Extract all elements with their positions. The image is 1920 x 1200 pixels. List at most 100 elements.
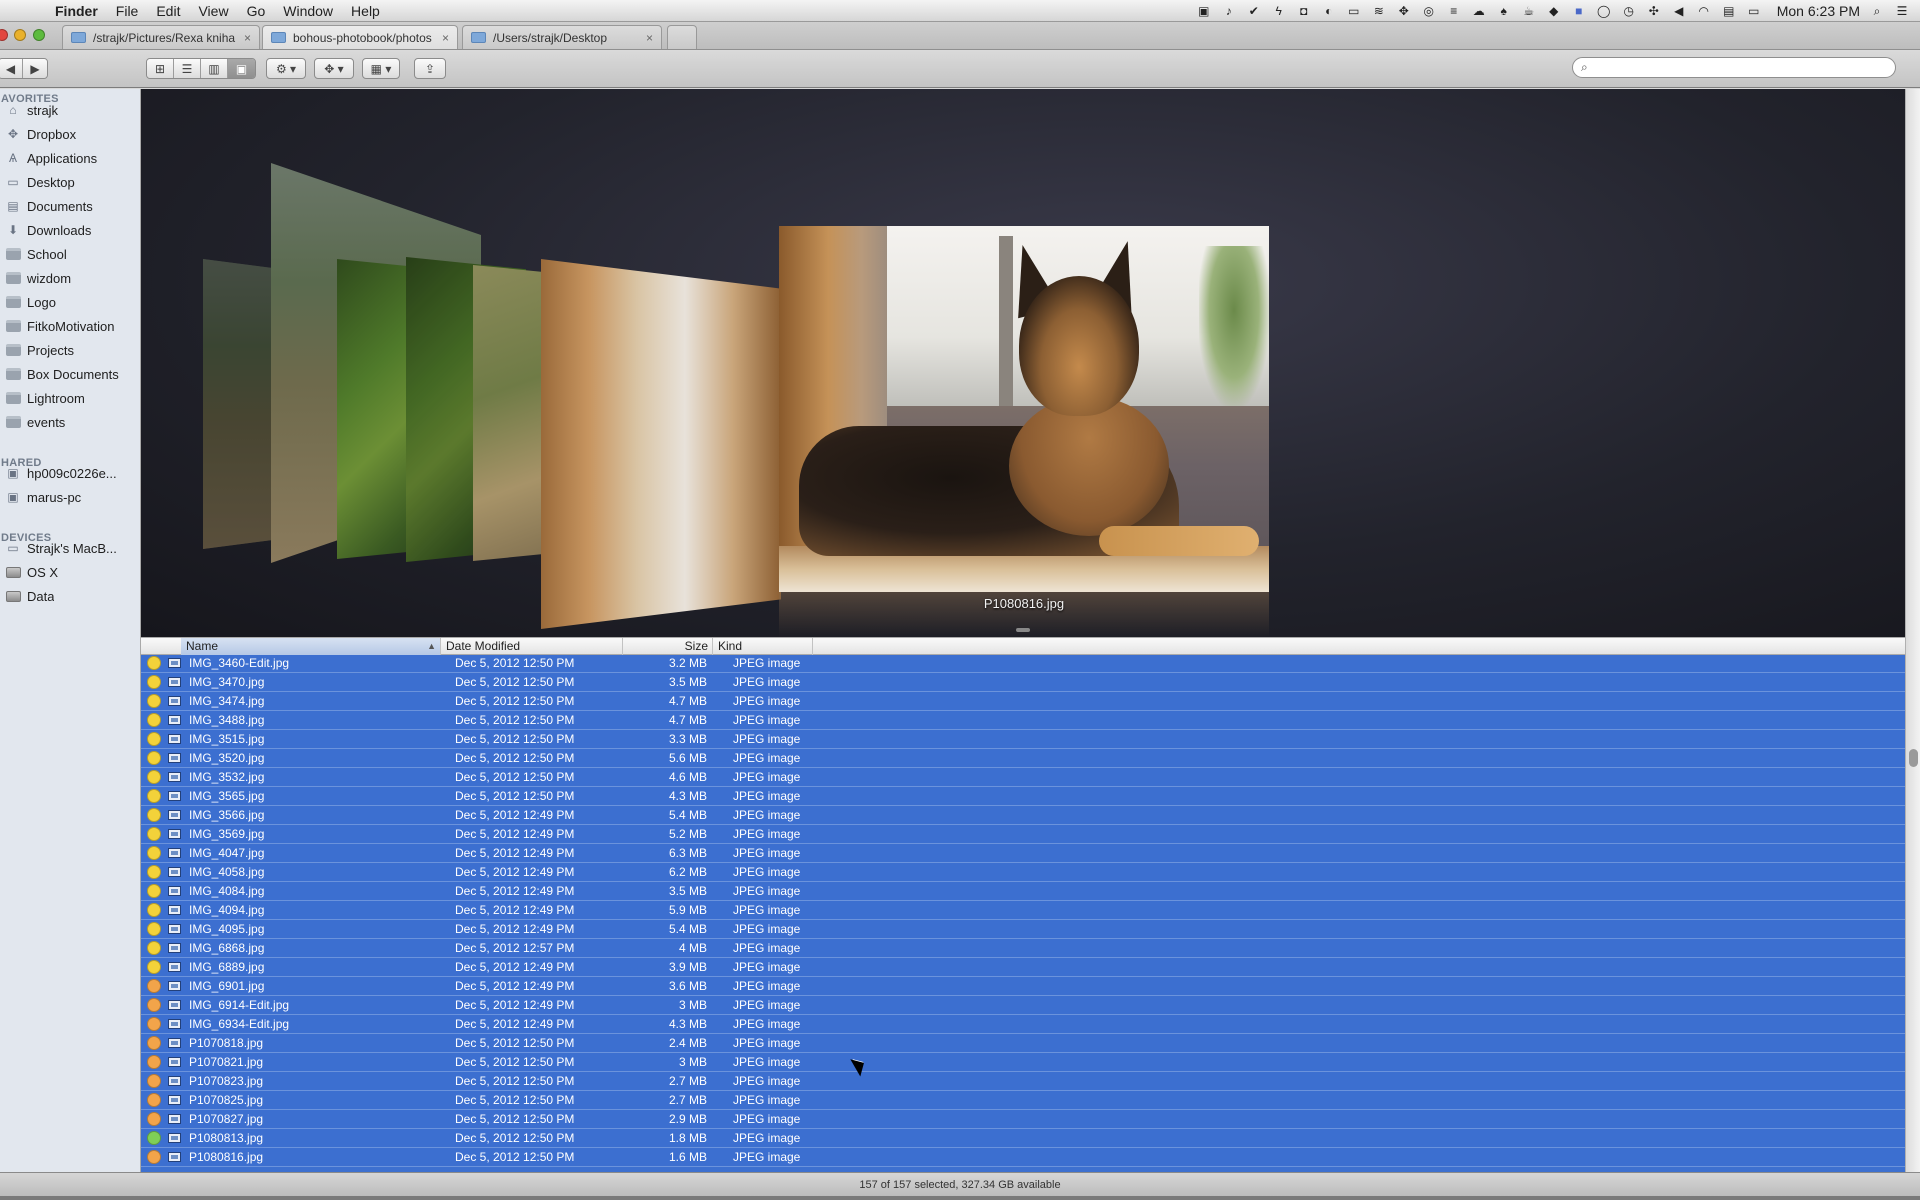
table-row[interactable]: P1080813.jpg Dec 5, 2012 12:50 PM 1.8 MB JP…: [141, 1129, 1905, 1148]
drop-icon[interactable]: ◐: [1321, 4, 1337, 18]
minimize-window-button[interactable]: [14, 29, 26, 41]
table-row[interactable]: P1070827.jpg Dec 5, 2012 12:50 PM 2.9 MB JP…: [141, 1110, 1905, 1129]
sidebar-item-school[interactable]: School: [0, 243, 140, 265]
sidebar-item-hp-printer[interactable]: ▣ hp009c0226e...: [0, 462, 140, 484]
battery-level-icon[interactable]: ▭: [1746, 4, 1762, 18]
cover-flow-view[interactable]: P1080816.jpg: [141, 89, 1905, 637]
cover-flow-view-button[interactable]: ▣: [228, 59, 255, 78]
notification-center-icon[interactable]: ☰: [1894, 4, 1910, 18]
sync-icon[interactable]: ◎: [1421, 4, 1437, 18]
tab-close-icon[interactable]: ×: [442, 31, 449, 45]
wifi-icon[interactable]: ◠: [1696, 4, 1712, 18]
tab-close-icon[interactable]: ×: [646, 31, 653, 45]
sidebar-item-downloads[interactable]: ⬇ Downloads: [0, 219, 140, 241]
table-row[interactable]: P1070825.jpg Dec 5, 2012 12:50 PM 2.7 MB JP…: [141, 1091, 1905, 1110]
table-row[interactable]: IMG_4095.jpg Dec 5, 2012 12:49 PM 5.4 MB JP…: [141, 920, 1905, 939]
sidebar-item-applications[interactable]: Ѧ Applications: [0, 147, 140, 169]
sidebar-item-wizdom[interactable]: wizdom: [0, 267, 140, 289]
sidebar-item-lightroom[interactable]: Lightroom: [0, 387, 140, 409]
action-menu-button[interactable]: ⚙ ▾: [266, 58, 306, 79]
arrange-menu-button[interactable]: ▦ ▾: [362, 58, 400, 79]
cloud-icon[interactable]: ☁: [1471, 4, 1487, 18]
table-row[interactable]: IMG_6901.jpg Dec 5, 2012 12:49 PM 3.6 MB JP…: [141, 977, 1905, 996]
table-row[interactable]: IMG_4058.jpg Dec 5, 2012 12:49 PM 6.2 MB JP…: [141, 863, 1905, 882]
menu-view[interactable]: View: [189, 0, 237, 22]
evernote-icon[interactable]: ♠: [1496, 4, 1512, 18]
tab-close-icon[interactable]: ×: [244, 31, 251, 45]
sidebar-item-dropbox[interactable]: ✥ Dropbox: [0, 123, 140, 145]
scrollbar-thumb[interactable]: [1909, 749, 1918, 767]
table-row[interactable]: IMG_3488.jpg Dec 5, 2012 12:50 PM 4.7 MB JP…: [141, 711, 1905, 730]
menu-file[interactable]: File: [107, 0, 148, 22]
checkmark-icon[interactable]: ✔: [1246, 4, 1262, 18]
table-row[interactable]: P1070823.jpg Dec 5, 2012 12:50 PM 2.7 MB JP…: [141, 1072, 1905, 1091]
box-icon[interactable]: ◆: [1546, 4, 1562, 18]
share-button[interactable]: ⇪: [414, 58, 446, 79]
table-row[interactable]: IMG_3515.jpg Dec 5, 2012 12:50 PM 3.3 MB JP…: [141, 730, 1905, 749]
square-app-icon[interactable]: ■: [1571, 4, 1587, 18]
back-button[interactable]: ◀: [0, 59, 24, 78]
table-row[interactable]: IMG_6868.jpg Dec 5, 2012 12:57 PM 4 MB JPEG…: [141, 939, 1905, 958]
table-row[interactable]: P1070818.jpg Dec 5, 2012 12:50 PM 2.4 MB JP…: [141, 1034, 1905, 1053]
search-input[interactable]: [1593, 60, 1895, 75]
sidebar-item-macbook[interactable]: ▭ Strajk's MacB...: [0, 537, 140, 559]
gamepad-icon[interactable]: ◘: [1296, 4, 1312, 18]
tab-photobook-photos[interactable]: bohous-photobook/photos ×: [262, 25, 458, 49]
table-row[interactable]: IMG_3474.jpg Dec 5, 2012 12:50 PM 4.7 MB JP…: [141, 692, 1905, 711]
menu-finder[interactable]: Finder: [46, 0, 107, 22]
menu-clock[interactable]: Mon 6:23 PM: [1777, 3, 1860, 19]
icon-view-button[interactable]: ⊞: [147, 59, 174, 78]
table-row[interactable]: IMG_4094.jpg Dec 5, 2012 12:49 PM 5.9 MB JP…: [141, 901, 1905, 920]
camera-icon[interactable]: ▣: [1196, 4, 1212, 18]
table-row[interactable]: IMG_3520.jpg Dec 5, 2012 12:50 PM 5.6 MB JP…: [141, 749, 1905, 768]
sidebar-item-events[interactable]: events: [0, 411, 140, 433]
battery-icon[interactable]: ▭: [1346, 4, 1362, 18]
sidebar-item-box-documents[interactable]: Box Documents: [0, 363, 140, 385]
zoom-window-button[interactable]: [33, 29, 45, 41]
time-machine-icon[interactable]: ◷: [1621, 4, 1637, 18]
menu-go[interactable]: Go: [238, 0, 275, 22]
table-row[interactable]: IMG_6889.jpg Dec 5, 2012 12:49 PM 3.9 MB JP…: [141, 958, 1905, 977]
cover-flow-selected-photo[interactable]: [779, 226, 1269, 592]
sidebar-item-fitkomotivation[interactable]: FitkoMotivation: [0, 315, 140, 337]
column-header-size[interactable]: Size: [623, 638, 713, 655]
cover-flow-resize-handle[interactable]: [1016, 628, 1030, 632]
close-window-button[interactable]: [0, 29, 8, 41]
menu-window[interactable]: Window: [274, 0, 342, 22]
new-tab-button[interactable]: [667, 25, 697, 49]
sidebar-item-documents[interactable]: ▤ Documents: [0, 195, 140, 217]
cover-thumbnail[interactable]: [541, 259, 781, 629]
dropbox-menu-button[interactable]: ✥ ▾: [314, 58, 354, 79]
column-header-kind[interactable]: Kind: [713, 638, 813, 655]
table-row[interactable]: IMG_6934-Edit.jpg Dec 5, 2012 12:49 PM 4.3…: [141, 1015, 1905, 1034]
forward-button[interactable]: ▶: [23, 59, 47, 78]
column-view-button[interactable]: ▥: [201, 59, 228, 78]
table-row[interactable]: IMG_3532.jpg Dec 5, 2012 12:50 PM 4.6 MB JP…: [141, 768, 1905, 787]
table-row[interactable]: IMG_3565.jpg Dec 5, 2012 12:50 PM 4.3 MB JP…: [141, 787, 1905, 806]
menu-help[interactable]: Help: [342, 0, 389, 22]
table-row[interactable]: IMG_3460-Edit.jpg Dec 5, 2012 12:50 PM 3.2…: [141, 655, 1905, 673]
flag-icon[interactable]: ▤: [1721, 4, 1737, 18]
sidebar-item-marus-pc[interactable]: ▣ marus-pc: [0, 486, 140, 508]
table-row[interactable]: P1070821.jpg Dec 5, 2012 12:50 PM 3 MB JPEG…: [141, 1053, 1905, 1072]
cup-icon[interactable]: ☕: [1521, 4, 1537, 18]
sidebar-item-desktop[interactable]: ▭ Desktop: [0, 171, 140, 193]
chat-bubble-icon[interactable]: ◯: [1596, 4, 1612, 18]
sidebar-item-strajk[interactable]: ⌂ strajk: [0, 99, 140, 121]
table-row[interactable]: IMG_3470.jpg Dec 5, 2012 12:50 PM 3.5 MB JP…: [141, 673, 1905, 692]
sidebar-item-projects[interactable]: Projects: [0, 339, 140, 361]
bluetooth-icon[interactable]: ✣: [1646, 4, 1662, 18]
table-row[interactable]: IMG_6914-Edit.jpg Dec 5, 2012 12:49 PM 3 M…: [141, 996, 1905, 1015]
search-field[interactable]: ⌕: [1572, 57, 1896, 78]
lightning-icon[interactable]: ϟ: [1271, 4, 1287, 18]
list-view-button[interactable]: ☰: [174, 59, 201, 78]
table-row[interactable]: IMG_3566.jpg Dec 5, 2012 12:49 PM 5.4 MB JP…: [141, 806, 1905, 825]
table-row[interactable]: IMG_4047.jpg Dec 5, 2012 12:49 PM 6.3 MB JP…: [141, 844, 1905, 863]
tab-rexa-kniha[interactable]: /strajk/Pictures/Rexa kniha ×: [62, 25, 260, 49]
file-list[interactable]: IMG_3460-Edit.jpg Dec 5, 2012 12:50 PM 3.2…: [141, 655, 1905, 1172]
table-row[interactable]: IMG_3569.jpg Dec 5, 2012 12:49 PM 5.2 MB JP…: [141, 825, 1905, 844]
column-header-name[interactable]: Name ▲: [181, 638, 441, 655]
table-row[interactable]: IMG_4084.jpg Dec 5, 2012 12:49 PM 3.5 MB JP…: [141, 882, 1905, 901]
bell-icon[interactable]: ♪: [1221, 4, 1237, 18]
stack-icon[interactable]: ≡: [1446, 4, 1462, 18]
